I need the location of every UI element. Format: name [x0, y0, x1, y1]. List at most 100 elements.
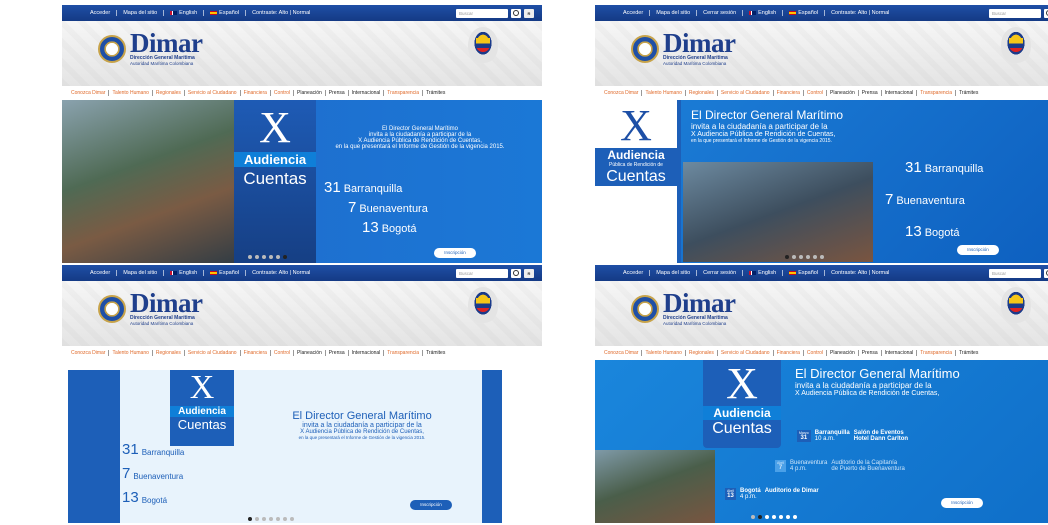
espanol-link[interactable]: Español	[204, 10, 247, 16]
nav-talento-humano[interactable]: Talento Humano	[642, 350, 686, 356]
contraste-normal[interactable]: Normal	[293, 270, 311, 276]
carousel-dot[interactable]	[269, 255, 273, 259]
nav-servicio-ciudadano[interactable]: Servicio al Ciudadano	[718, 90, 774, 96]
nav-transparencia[interactable]: Transparencia	[384, 90, 424, 96]
cerrar-sesion-link[interactable]: Cerrar sesión	[697, 10, 744, 16]
search-input[interactable]: Buscar	[456, 8, 508, 18]
nav-regionales[interactable]: Regionales	[153, 350, 185, 356]
nav-conozca-dimar[interactable]: Conozca Dimar	[68, 350, 110, 356]
inscripcion-button[interactable]: Inscripción	[434, 248, 476, 258]
nav-planeacion[interactable]: Planeación	[827, 350, 859, 356]
inscripcion-button[interactable]: Inscripción	[410, 500, 452, 510]
english-link[interactable]: English	[164, 270, 205, 276]
nav-financiera[interactable]: Financiera	[241, 350, 271, 356]
nav-talento-humano[interactable]: Talento Humano	[109, 90, 153, 96]
carousel-dot[interactable]	[248, 255, 252, 259]
espanol-link[interactable]: Español	[783, 10, 826, 16]
hero-banner[interactable]: X Audiencia Cuentas El Director General …	[62, 360, 542, 523]
nav-planeacion[interactable]: Planeación	[294, 90, 326, 96]
nav-conozca-dimar[interactable]: Conozca Dimar	[68, 90, 110, 96]
search-icon[interactable]	[511, 268, 521, 278]
nav-control[interactable]: Control	[271, 350, 295, 356]
nav-regionales[interactable]: Regionales	[686, 350, 718, 356]
nav-prensa[interactable]: Prensa	[859, 350, 882, 356]
carousel-dot[interactable]	[793, 515, 797, 519]
nav-prensa[interactable]: Prensa	[326, 350, 349, 356]
nav-financiera[interactable]: Financiera	[241, 90, 271, 96]
espanol-link[interactable]: Español	[204, 270, 247, 276]
nav-internacional[interactable]: Internacional	[349, 90, 385, 96]
acceder-link[interactable]: Acceder	[617, 10, 651, 16]
nav-conozca-dimar[interactable]: Conozca Dimar	[601, 350, 643, 356]
carousel-dot[interactable]	[269, 517, 273, 521]
contraste-normal[interactable]: Normal	[872, 10, 890, 16]
contraste-alto[interactable]: Alto	[858, 10, 867, 16]
hero-banner[interactable]: X Audiencia Cuentas El Director General …	[62, 100, 542, 263]
mapa-sitio-link[interactable]: Mapa del sitio	[650, 10, 698, 16]
carousel-dot[interactable]	[786, 515, 790, 519]
nav-talento-humano[interactable]: Talento Humano	[642, 90, 686, 96]
contraste-normal[interactable]: Normal	[872, 270, 890, 276]
carousel-dot[interactable]	[255, 255, 259, 259]
search-icon[interactable]	[1044, 8, 1048, 18]
carousel-dot[interactable]	[779, 515, 783, 519]
carousel-dot[interactable]	[820, 255, 824, 259]
nav-planeacion[interactable]: Planeación	[294, 350, 326, 356]
nav-servicio-ciudadano[interactable]: Servicio al Ciudadano	[718, 350, 774, 356]
dimar-logo[interactable]: Dimar Dirección General Marítima Autorid…	[631, 30, 736, 66]
nav-transparencia[interactable]: Transparencia	[917, 350, 957, 356]
nav-tramites[interactable]: Trámites	[423, 90, 448, 96]
search-icon[interactable]	[1044, 268, 1048, 278]
carousel-dot-active[interactable]	[758, 515, 762, 519]
nav-control[interactable]: Control	[271, 90, 295, 96]
hero-banner[interactable]: X Audiencia Cuentas El Director General …	[595, 360, 1048, 523]
carousel-dot[interactable]	[772, 515, 776, 519]
mapa-sitio-link[interactable]: Mapa del sitio	[650, 270, 698, 276]
english-link[interactable]: English	[743, 10, 784, 16]
contraste-alto[interactable]: Alto	[858, 270, 867, 276]
nav-tramites[interactable]: Trámites	[423, 350, 448, 356]
rss-icon[interactable]: R	[524, 268, 534, 278]
carousel-dot-active[interactable]	[283, 255, 287, 259]
carousel-dot[interactable]	[255, 517, 259, 521]
dimar-logo[interactable]: Dimar Dirección General Marítima Autorid…	[98, 290, 203, 326]
mapa-sitio-link[interactable]: Mapa del sitio	[117, 10, 165, 16]
rss-icon[interactable]: R	[524, 8, 534, 18]
nav-prensa[interactable]: Prensa	[859, 90, 882, 96]
nav-servicio-ciudadano[interactable]: Servicio al Ciudadano	[185, 350, 241, 356]
carousel-dot-active[interactable]	[785, 255, 789, 259]
hero-banner[interactable]: X Audiencia Pública de Rendición de Cuen…	[595, 100, 1048, 263]
contraste-alto[interactable]: Alto	[279, 270, 288, 276]
carousel-dot[interactable]	[276, 517, 280, 521]
nav-talento-humano[interactable]: Talento Humano	[109, 350, 153, 356]
nav-financiera[interactable]: Financiera	[774, 350, 804, 356]
nav-financiera[interactable]: Financiera	[774, 90, 804, 96]
nav-tramites[interactable]: Trámites	[956, 350, 981, 356]
carousel-dot[interactable]	[283, 517, 287, 521]
nav-control[interactable]: Control	[804, 90, 828, 96]
contraste-alto[interactable]: Alto	[279, 10, 288, 16]
carousel-dot[interactable]	[813, 255, 817, 259]
nav-conozca-dimar[interactable]: Conozca Dimar	[601, 90, 643, 96]
espanol-link[interactable]: Español	[783, 270, 826, 276]
acceder-link[interactable]: Acceder	[617, 270, 651, 276]
carousel-dot[interactable]	[806, 255, 810, 259]
nav-internacional[interactable]: Internacional	[882, 350, 918, 356]
english-link[interactable]: English	[164, 10, 205, 16]
nav-control[interactable]: Control	[804, 350, 828, 356]
acceder-link[interactable]: Acceder	[84, 270, 118, 276]
search-input[interactable]: Buscar	[989, 268, 1041, 278]
carousel-dot[interactable]	[792, 255, 796, 259]
carousel-dot[interactable]	[751, 515, 755, 519]
cerrar-sesion-link[interactable]: Cerrar sesión	[697, 270, 744, 276]
carousel-dot[interactable]	[276, 255, 280, 259]
english-link[interactable]: English	[743, 270, 784, 276]
nav-tramites[interactable]: Trámites	[956, 90, 981, 96]
inscripcion-button[interactable]: Inscripción	[941, 498, 983, 508]
nav-internacional[interactable]: Internacional	[882, 90, 918, 96]
nav-prensa[interactable]: Prensa	[326, 90, 349, 96]
carousel-dot[interactable]	[799, 255, 803, 259]
search-input[interactable]: Buscar	[456, 268, 508, 278]
carousel-dot[interactable]	[765, 515, 769, 519]
acceder-link[interactable]: Acceder	[84, 10, 118, 16]
